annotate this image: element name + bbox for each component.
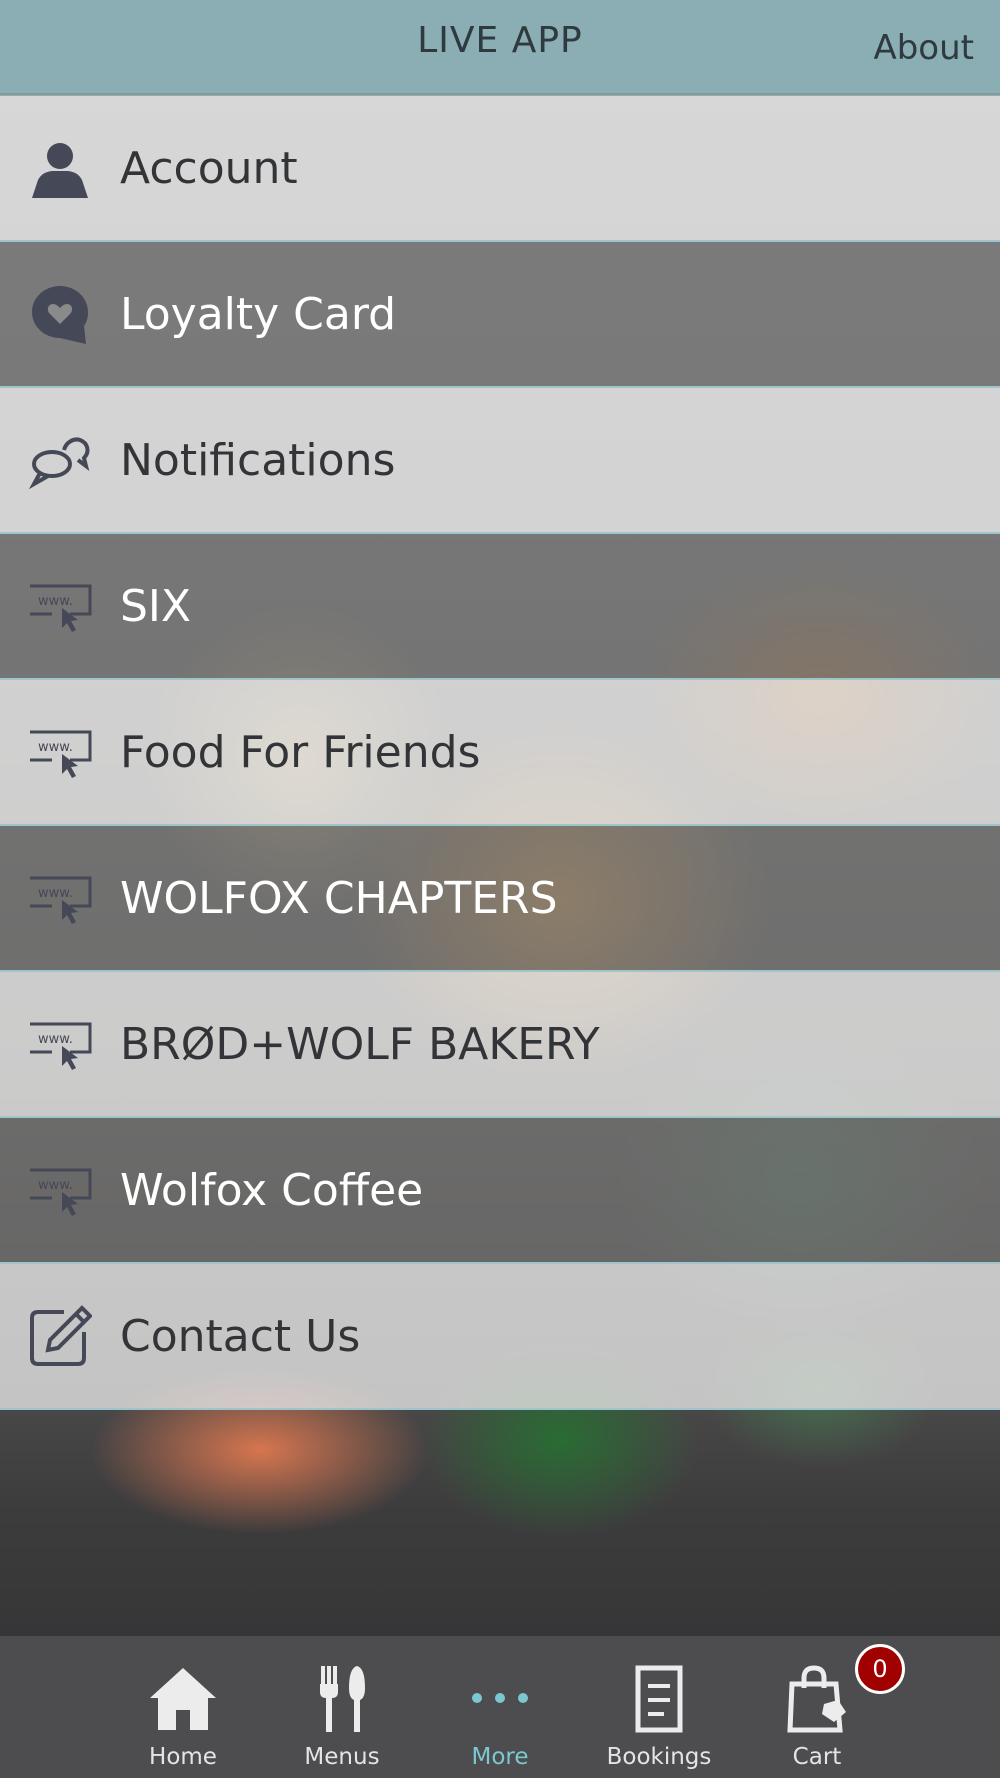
menu-item-label: Account xyxy=(120,142,298,194)
chat-bubbles-icon xyxy=(28,428,92,492)
svg-text:www.: www. xyxy=(38,594,73,609)
svg-text:www.: www. xyxy=(38,886,73,901)
menu-item-label: Contact Us xyxy=(120,1310,361,1362)
edit-icon xyxy=(28,1304,92,1368)
tab-label: Cart xyxy=(792,1744,842,1770)
menu-item-account[interactable]: Account xyxy=(0,96,1000,242)
app-title: LIVE APP xyxy=(417,20,583,61)
menu-item-loyalty-card[interactable]: Loyalty Card xyxy=(0,242,1000,388)
document-icon xyxy=(624,1664,694,1734)
web-link-icon: www. xyxy=(28,720,92,784)
tab-label: Menus xyxy=(304,1744,380,1770)
svg-text:www.: www. xyxy=(38,1032,73,1047)
tab-cart[interactable]: Cart 0 xyxy=(747,1636,905,1778)
bottom-tab-bar: Home Menus More Bookings Cart 0 xyxy=(0,1636,1000,1778)
web-link-icon: www. xyxy=(28,574,92,638)
menu-item-label: Food For Friends xyxy=(120,726,481,778)
person-icon xyxy=(28,136,92,200)
more-dots-icon xyxy=(465,1664,535,1734)
menu-item-label: Wolfox Coffee xyxy=(120,1164,424,1216)
menu-item-label: Notifications xyxy=(120,434,396,486)
heart-bubble-icon xyxy=(28,282,92,346)
home-icon xyxy=(148,1664,218,1734)
svg-text:www.: www. xyxy=(38,1178,73,1193)
tab-label: Home xyxy=(149,1744,217,1770)
svg-text:www.: www. xyxy=(38,740,73,755)
menu-item-label: WOLFOX CHAPTERS xyxy=(120,872,558,924)
more-menu: Account Loyalty Card Notifications www. … xyxy=(0,96,1000,1410)
web-link-icon: www. xyxy=(28,1012,92,1076)
cart-count-badge: 0 xyxy=(855,1644,905,1694)
tab-label: More xyxy=(471,1744,529,1770)
tab-more[interactable]: More xyxy=(430,1636,570,1778)
tab-home[interactable]: Home xyxy=(113,1636,253,1778)
menu-item-contact-us[interactable]: Contact Us xyxy=(0,1264,1000,1410)
about-link[interactable]: About xyxy=(873,28,974,68)
menu-item-brod-wolf-bakery[interactable]: www. BRØD+WOLF BAKERY xyxy=(0,972,1000,1118)
tab-label: Bookings xyxy=(606,1744,712,1770)
shopping-bag-icon xyxy=(782,1664,852,1734)
menu-item-wolfox-coffee[interactable]: www. Wolfox Coffee xyxy=(0,1118,1000,1264)
menu-item-food-for-friends[interactable]: www. Food For Friends xyxy=(0,680,1000,826)
tab-menus[interactable]: Menus xyxy=(272,1636,412,1778)
tab-bookings[interactable]: Bookings xyxy=(589,1636,729,1778)
menu-item-six[interactable]: www. SIX xyxy=(0,534,1000,680)
menu-item-label: Loyalty Card xyxy=(120,288,397,340)
menu-item-label: SIX xyxy=(120,580,192,632)
web-link-icon: www. xyxy=(28,866,92,930)
menu-item-wolfox-chapters[interactable]: www. WOLFOX CHAPTERS xyxy=(0,826,1000,972)
menu-item-notifications[interactable]: Notifications xyxy=(0,388,1000,534)
cutlery-icon xyxy=(307,1664,377,1734)
menu-item-label: BRØD+WOLF BAKERY xyxy=(120,1018,600,1070)
web-link-icon: www. xyxy=(28,1158,92,1222)
app-header: LIVE APP About xyxy=(0,0,1000,95)
